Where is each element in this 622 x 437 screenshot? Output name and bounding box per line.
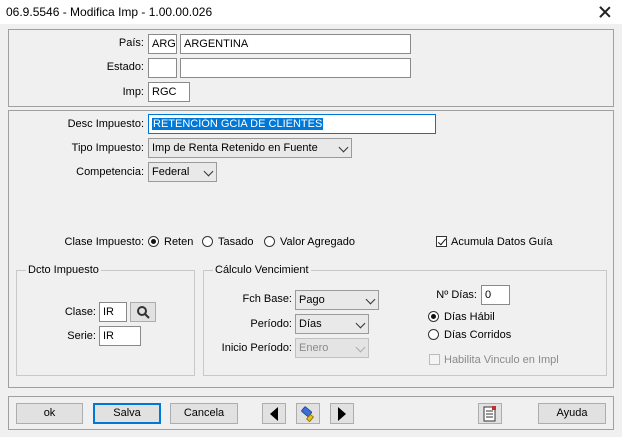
dcto-impuesto-group: [16, 270, 195, 376]
pais-label: País:: [118, 37, 144, 49]
next-button[interactable]: [330, 403, 354, 424]
clase-reten-label: Reten: [164, 236, 194, 248]
ok-button[interactable]: ok: [16, 403, 83, 424]
search-record-button[interactable]: [296, 403, 320, 424]
chevron-down-icon: [203, 166, 214, 177]
periodo-select[interactable]: Días: [295, 314, 369, 334]
fch-base-select[interactable]: Pago: [295, 290, 379, 310]
salva-button[interactable]: Salva: [93, 403, 161, 424]
desc-impuesto-label: Desc Impuesto:: [67, 118, 144, 130]
fch-base-label: Fch Base:: [242, 293, 292, 305]
competencia-select[interactable]: Federal: [148, 162, 217, 182]
clase-valor-agregado-radio[interactable]: [264, 236, 275, 247]
flashlight-icon: [301, 406, 315, 423]
notes-button[interactable]: [478, 403, 502, 424]
cancela-button[interactable]: Cancela: [170, 403, 238, 424]
acumula-checkbox[interactable]: [436, 236, 447, 247]
competencia-value: Federal: [152, 166, 190, 178]
chevron-down-icon: [338, 142, 349, 153]
periodo-label: Período:: [250, 318, 292, 330]
dcto-serie-field[interactable]: IR: [99, 326, 141, 346]
pais-code-field[interactable]: ARG: [148, 34, 177, 54]
n-dias-field[interactable]: 0: [481, 285, 510, 305]
tipo-impuesto-select[interactable]: Imp de Renta Retenido en Fuente: [148, 138, 352, 158]
imp-label: Imp:: [122, 86, 144, 98]
competencia-label: Competencia:: [76, 166, 144, 178]
search-icon: [137, 306, 150, 319]
habilita-vinculo-label: Habilita Vinculo en Impl: [444, 354, 559, 366]
inicio-periodo-label: Inicio Período:: [221, 342, 292, 354]
clase-tasado-label: Tasado: [218, 236, 254, 248]
dcto-clase-field[interactable]: IR: [99, 302, 127, 322]
dias-corridos-label: Días Corridos: [444, 329, 512, 341]
inicio-periodo-select[interactable]: Enero: [295, 338, 369, 358]
imp-field[interactable]: RGC: [148, 82, 190, 102]
dcto-serie-label: Serie:: [67, 330, 96, 342]
dias-corridos-radio[interactable]: [428, 329, 439, 340]
clase-tasado-radio[interactable]: [202, 236, 213, 247]
notepad-icon: [483, 406, 496, 422]
dcto-clase-label: Clase:: [64, 306, 96, 318]
dcto-impuesto-title: Dcto Impuesto: [26, 264, 101, 276]
ayuda-button[interactable]: Ayuda: [538, 403, 606, 424]
arrow-right-icon: [338, 407, 346, 421]
clase-impuesto-label: Clase Impuesto:: [64, 236, 144, 248]
previous-button[interactable]: [262, 403, 286, 424]
inicio-periodo-value: Enero: [299, 342, 329, 354]
pais-name-field[interactable]: ARGENTINA: [180, 34, 411, 54]
dias-habil-radio[interactable]: [428, 311, 439, 322]
tipo-impuesto-label: Tipo Impuesto:: [71, 142, 144, 154]
chevron-down-icon: [355, 318, 366, 329]
dias-habil-label: Días Hábil: [444, 311, 495, 323]
periodo-value: Días: [299, 318, 322, 330]
n-dias-label: Nº Días:: [436, 289, 477, 301]
clase-reten-radio[interactable]: [148, 236, 159, 247]
tipo-impuesto-value: Imp de Renta Retenido en Fuente: [152, 142, 318, 154]
desc-impuesto-value: RETENCIÓN GCIA DE CLIENTES: [152, 118, 324, 130]
clase-valor-agregado-label: Valor Agregado: [280, 236, 356, 248]
fch-base-value: Pago: [299, 294, 325, 306]
estado-label: Estado:: [106, 61, 144, 73]
window-title: 06.9.5546 - Modifica Imp - 1.00.00.026: [6, 5, 213, 19]
desc-impuesto-field[interactable]: RETENCIÓN GCIA DE CLIENTES: [148, 114, 436, 134]
acumula-label: Acumula Datos Guía: [451, 236, 553, 248]
dcto-clase-search-button[interactable]: [130, 302, 156, 322]
arrow-left-icon: [270, 407, 278, 421]
estado-name-field[interactable]: [180, 58, 411, 78]
chevron-down-icon: [365, 294, 376, 305]
habilita-vinculo-checkbox[interactable]: [429, 354, 440, 365]
estado-code-field[interactable]: [148, 58, 177, 78]
chevron-down-icon: [355, 342, 366, 353]
close-icon[interactable]: [594, 1, 616, 23]
calculo-title: Cálculo Vencimient: [213, 264, 311, 276]
